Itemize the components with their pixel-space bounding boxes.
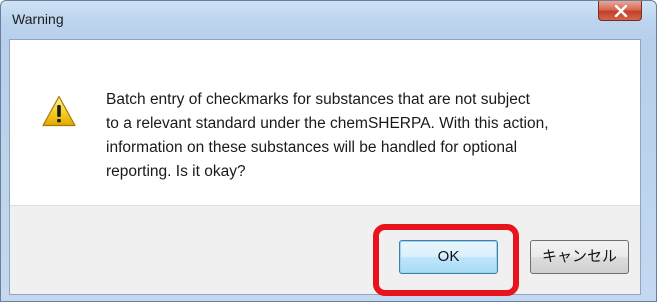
warning-message: Batch entry of checkmarks for substances… (106, 91, 549, 180)
ok-button[interactable]: OK (399, 240, 498, 274)
warning-dialog: Warning Batch entry of checkmarks for su… (0, 0, 657, 302)
button-bar: OK キャンセル (10, 205, 640, 294)
message-area: Batch entry of checkmarks for substances… (10, 40, 640, 205)
warning-icon (42, 95, 76, 127)
dialog-title: Warning (12, 11, 64, 27)
close-button[interactable] (598, 1, 642, 21)
cancel-button[interactable]: キャンセル (530, 240, 629, 274)
title-bar[interactable]: Warning (1, 1, 656, 37)
dialog-body: Batch entry of checkmarks for substances… (9, 39, 641, 295)
close-icon (614, 5, 628, 17)
